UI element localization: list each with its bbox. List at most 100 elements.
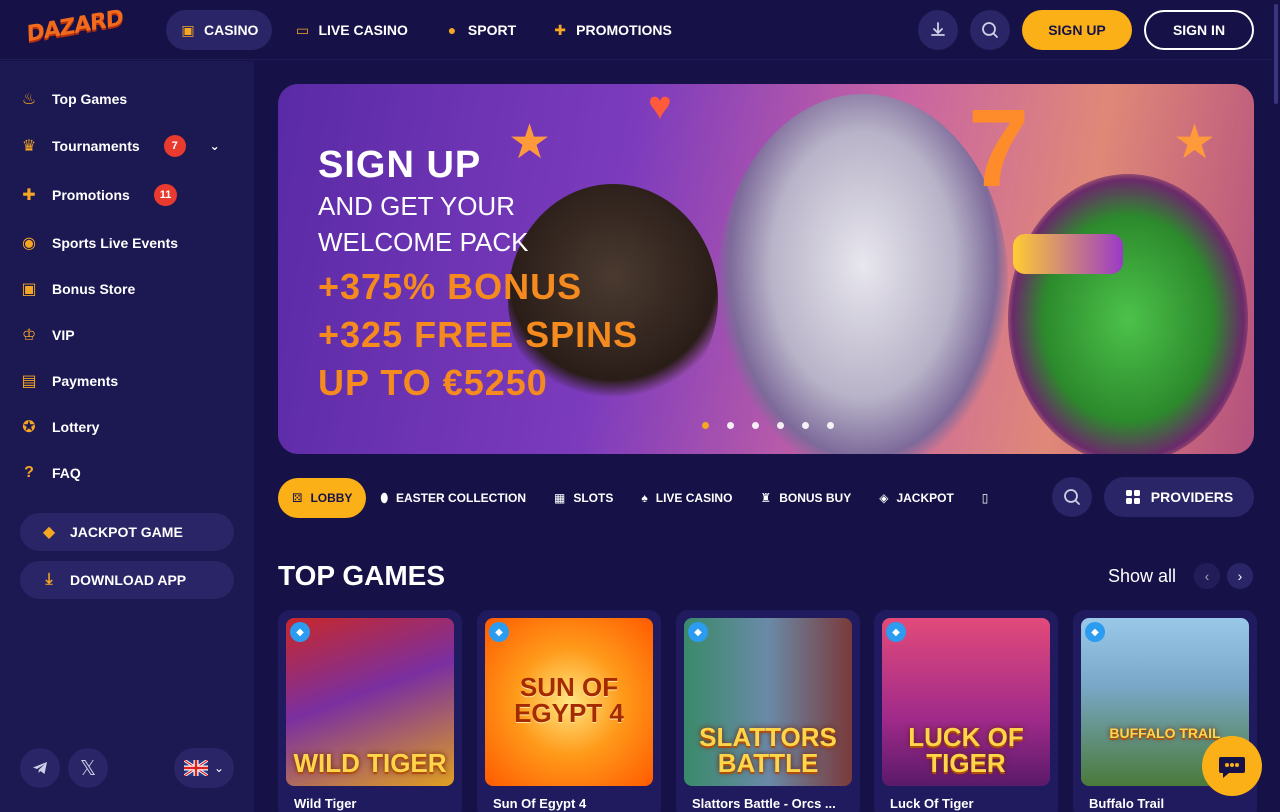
game-card[interactable]: ◆ SUN OF EGYPT 4 Sun Of Egypt 4: [477, 610, 661, 812]
game-thumbnail[interactable]: ◆ WILD TIGER: [286, 618, 454, 786]
sidebar-item-payments[interactable]: ▤ Payments: [20, 367, 118, 395]
carousel-dot[interactable]: [702, 422, 709, 429]
dice-icon: ⚄: [292, 491, 303, 505]
sidebar-item-vip[interactable]: ♔ VIP: [20, 321, 75, 349]
nav-promotions-label: PROMOTIONS: [576, 22, 672, 38]
carousel-dot[interactable]: [752, 422, 759, 429]
carousel-dot[interactable]: [827, 422, 834, 429]
star-icon: ★: [1173, 116, 1217, 169]
language-selector[interactable]: ⌄: [174, 748, 234, 788]
sidebar-item-faq[interactable]: ? FAQ: [20, 459, 81, 487]
x-icon: 𝕏: [79, 757, 97, 780]
tab-label: BONUS BUY: [779, 491, 852, 505]
nav-casino-label: CASINO: [204, 22, 259, 38]
game-name: Sun Of Egypt 4: [493, 796, 587, 811]
tab-more[interactable]: ▯: [968, 478, 1003, 518]
tab-label: EASTER COLLECTION: [395, 491, 526, 505]
prev-arrow-button[interactable]: ‹: [1194, 563, 1220, 589]
banner-text: SIGN UP AND GET YOUR WELCOME PACK +375% …: [318, 144, 638, 407]
diamond-icon: ◆: [886, 622, 906, 642]
sidebar-item-sports-live[interactable]: ◉ Sports Live Events: [20, 229, 178, 257]
game-card[interactable]: ◆ LUCK OF TIGER Luck Of Tiger: [874, 610, 1058, 812]
category-tabs: ⚄ LOBBY ⬮ EASTER COLLECTION ▦ SLOTS ♠ LI…: [278, 477, 1038, 519]
jackpot-game-button[interactable]: ◆ JACKPOT GAME: [20, 513, 234, 551]
search-icon: [982, 22, 998, 38]
game-thumbnail[interactable]: ◆ LUCK OF TIGER: [882, 618, 1050, 786]
tab-jackpot[interactable]: ◈ JACKPOT: [865, 478, 968, 518]
next-arrow-button[interactable]: ›: [1227, 563, 1253, 589]
show-all-link[interactable]: Show all: [1108, 566, 1176, 587]
game-art-title: LUCK OF TIGER: [908, 722, 1024, 778]
banner-subline-2: WELCOME PACK: [318, 227, 529, 257]
game-name: Luck Of Tiger: [890, 796, 974, 811]
diamond-icon: ◆: [489, 622, 509, 642]
game-art-title: WILD TIGER: [293, 748, 447, 778]
tab-bonus-buy[interactable]: ♜ BONUS BUY: [746, 478, 865, 518]
site-logo[interactable]: DAZARD: [26, 5, 134, 47]
game-card[interactable]: ◆ SLATTORS BATTLE Slattors Battle - Orcs…: [676, 610, 860, 812]
game-thumbnail[interactable]: ◆ SUN OF EGYPT 4: [485, 618, 653, 786]
egg-icon: ⬮: [380, 490, 388, 505]
tab-lobby[interactable]: ⚄ LOBBY: [278, 478, 367, 518]
download-app-button[interactable]: ⤓ DOWNLOAD APP: [20, 561, 234, 599]
sidebar-item-bonus-store[interactable]: ▣ Bonus Store: [20, 275, 135, 303]
x-twitter-button[interactable]: 𝕏: [68, 748, 108, 788]
telegram-button[interactable]: [20, 748, 60, 788]
providers-button[interactable]: PROVIDERS: [1104, 477, 1254, 517]
tab-label: LOBBY: [310, 491, 353, 505]
scrollbar-thumb[interactable]: [1274, 4, 1278, 104]
nav-sport[interactable]: ● SPORT: [430, 10, 530, 50]
logo-text: DAZARD: [26, 5, 124, 48]
signin-button[interactable]: SIGN IN: [1144, 10, 1254, 50]
chevron-down-icon: ⌄: [213, 761, 225, 775]
heart-icon: ♥: [648, 84, 672, 128]
search-button[interactable]: [970, 10, 1010, 50]
game-thumbnail[interactable]: ◆ SLATTORS BATTLE: [684, 618, 852, 786]
diamond-icon: ◆: [688, 622, 708, 642]
download-icon: ⤓: [45, 571, 53, 588]
gift-icon: ✚: [554, 22, 567, 38]
tab-easter-collection[interactable]: ⬮ EASTER COLLECTION: [366, 478, 540, 518]
lottery-ball-icon: ✪: [22, 419, 36, 436]
game-card[interactable]: ◆ WILD TIGER Wild Tiger: [278, 610, 462, 812]
diamond-icon: ◆: [290, 622, 310, 642]
game-search-button[interactable]: [1052, 477, 1092, 517]
carousel-dot[interactable]: [727, 422, 734, 429]
download-app-label: DOWNLOAD APP: [70, 572, 187, 588]
jackpot-game-label: JACKPOT GAME: [70, 524, 183, 540]
page-scrollbar[interactable]: [1272, 0, 1280, 812]
nav-casino[interactable]: ▣ CASINO: [166, 10, 273, 50]
search-icon: [1064, 489, 1080, 505]
sidebar-item-label: VIP: [52, 327, 75, 343]
sidebar-item-label: Tournaments: [52, 138, 140, 154]
bonus-icon: ♜: [760, 491, 772, 505]
tab-slots[interactable]: ▦ SLOTS: [540, 478, 627, 518]
tab-live-casino[interactable]: ♠ LIVE CASINO: [627, 478, 746, 518]
tab-label: LIVE CASINO: [655, 491, 733, 505]
trophy-icon: ♛: [21, 138, 37, 155]
sidebar-item-promotions[interactable]: ✚ Promotions 11: [20, 181, 178, 209]
chevron-down-icon[interactable]: ⌄: [210, 139, 220, 153]
sidebar-item-top-games[interactable]: ♨ Top Games: [20, 85, 127, 113]
shopping-bag-icon: ▣: [21, 281, 37, 298]
banner-subline-1: AND GET YOUR: [318, 191, 515, 221]
signup-button[interactable]: SIGN UP: [1022, 10, 1132, 50]
sidebar-item-label: Payments: [52, 373, 119, 389]
promo-banner[interactable]: 7 ★ ★ ♥ SIGN UP AND GET YOUR WELCOME PAC…: [278, 84, 1254, 454]
live-chat-button[interactable]: [1202, 736, 1262, 796]
carousel-dot[interactable]: [777, 422, 784, 429]
sidebar-item-tournaments[interactable]: ♛ Tournaments 7 ⌄: [20, 132, 220, 160]
banner-bonus: +375% BONUS: [318, 266, 583, 307]
nav-promotions[interactable]: ✚ PROMOTIONS: [538, 10, 686, 50]
nav-live-casino[interactable]: ▭ LIVE CASINO: [280, 10, 421, 50]
basketball-icon: ●: [447, 22, 457, 38]
flame-icon: ♨: [21, 91, 37, 108]
banner-headline: SIGN UP: [318, 144, 482, 186]
carousel-dot[interactable]: [802, 422, 809, 429]
download-button[interactable]: [918, 10, 958, 50]
promotions-badge: 11: [153, 184, 178, 206]
sidebar-item-lottery[interactable]: ✪ Lottery: [20, 413, 99, 441]
cards-icon: ▯: [981, 491, 989, 505]
sidebar-item-label: Top Games: [52, 91, 128, 107]
game-name: Buffalo Trail: [1089, 796, 1165, 811]
